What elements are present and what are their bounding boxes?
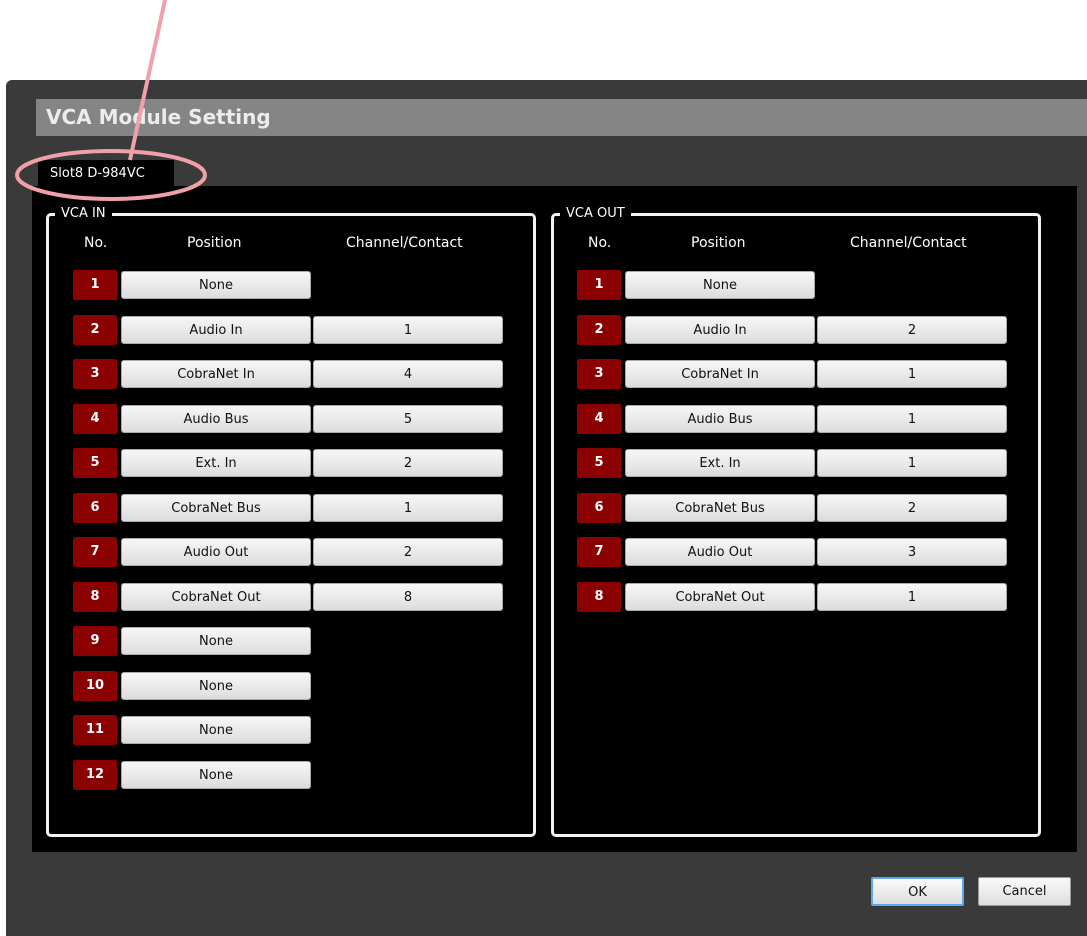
vca-out-channel-button[interactable]: 3 (817, 538, 1007, 566)
vca-out-number-badge: 7 (577, 537, 621, 567)
vca-out-channel-button[interactable]: 1 (817, 360, 1007, 388)
vca-in-position-button[interactable]: None (121, 760, 311, 789)
vca-in-position-header: Position (187, 235, 242, 251)
vca-out-number-badge: 6 (577, 492, 621, 523)
vca-in-channel-button[interactable]: 2 (313, 449, 503, 477)
vca-out-position-button[interactable]: Audio In (625, 315, 815, 344)
vca-in-channel-header: Channel/Contact (346, 235, 463, 251)
vca-out-label: VCA OUT (566, 206, 625, 221)
vca-in-number-badge: 4 (73, 403, 117, 434)
vca-out-number-badge: 3 (577, 359, 621, 389)
vca-out-channel-button[interactable]: 1 (817, 404, 1007, 433)
vca-in-number-badge: 10 (73, 670, 117, 701)
vca-out-channel-header: Channel/Contact (850, 235, 967, 251)
vca-out-position-button[interactable]: Audio Bus (625, 404, 815, 433)
vca-in-position-button[interactable]: None (121, 627, 311, 655)
tab-slot8[interactable]: Slot8 D-984VC (38, 160, 174, 187)
vca-out-channel-button[interactable]: 1 (817, 582, 1007, 611)
vca-out-number-badge: 8 (577, 581, 621, 612)
vca-out-position-button[interactable]: CobraNet Bus (625, 493, 815, 522)
vca-in-channel-button[interactable]: 1 (313, 315, 503, 344)
vca-out-channel-button[interactable]: 2 (817, 315, 1007, 344)
vca-out-number-badge: 5 (577, 448, 621, 478)
vca-out-position-button[interactable]: Ext. In (625, 449, 815, 477)
vca-in-number-badge: 3 (73, 359, 117, 389)
vca-out-position-button[interactable]: Audio Out (625, 538, 815, 566)
vca-in-number-badge: 6 (73, 492, 117, 523)
vca-out-group: VCA OUT (551, 207, 1041, 837)
vca-out-position-button[interactable]: CobraNet In (625, 360, 815, 388)
vca-in-no-header: No. (84, 235, 108, 251)
dialog-titlebar: VCA Module Setting (36, 99, 1087, 136)
vca-in-number-badge: 12 (73, 759, 117, 790)
vca-in-label: VCA IN (61, 206, 106, 221)
vca-in-position-button[interactable]: Ext. In (121, 449, 311, 477)
vca-in-number-badge: 9 (73, 626, 117, 656)
vca-out-position-button[interactable]: CobraNet Out (625, 582, 815, 611)
vca-in-position-button[interactable]: CobraNet In (121, 360, 311, 388)
dialog-title: VCA Module Setting (46, 105, 271, 129)
vca-out-channel-button[interactable]: 1 (817, 449, 1007, 477)
cancel-button[interactable]: Cancel (978, 877, 1071, 906)
vca-in-number-badge: 2 (73, 314, 117, 345)
vca-in-channel-button[interactable]: 5 (313, 404, 503, 433)
vca-in-position-button[interactable]: None (121, 716, 311, 744)
vca-in-channel-button[interactable]: 4 (313, 360, 503, 388)
vca-in-channel-button[interactable]: 8 (313, 582, 503, 611)
vca-out-position-button[interactable]: None (625, 271, 815, 299)
vca-in-number-badge: 11 (73, 715, 117, 745)
vca-out-no-header: No. (588, 235, 612, 251)
vca-in-position-button[interactable]: CobraNet Bus (121, 493, 311, 522)
vca-in-position-button[interactable]: None (121, 271, 311, 299)
vca-in-position-button[interactable]: Audio Bus (121, 404, 311, 433)
vca-in-position-button[interactable]: Audio Out (121, 538, 311, 566)
vca-out-channel-button[interactable]: 2 (817, 493, 1007, 522)
vca-out-position-header: Position (691, 235, 746, 251)
vca-in-channel-button[interactable]: 1 (313, 493, 503, 522)
vca-in-position-button[interactable]: None (121, 671, 311, 700)
vca-in-number-badge: 5 (73, 448, 117, 478)
vca-out-number-badge: 1 (577, 270, 621, 300)
vca-in-position-button[interactable]: Audio In (121, 315, 311, 344)
vca-in-number-badge: 8 (73, 581, 117, 612)
vca-in-number-badge: 1 (73, 270, 117, 300)
vca-in-position-button[interactable]: CobraNet Out (121, 582, 311, 611)
vca-out-number-badge: 4 (577, 403, 621, 434)
ok-button[interactable]: OK (871, 877, 964, 906)
vca-in-channel-button[interactable]: 2 (313, 538, 503, 566)
vca-in-number-badge: 7 (73, 537, 117, 567)
vca-out-number-badge: 2 (577, 314, 621, 345)
